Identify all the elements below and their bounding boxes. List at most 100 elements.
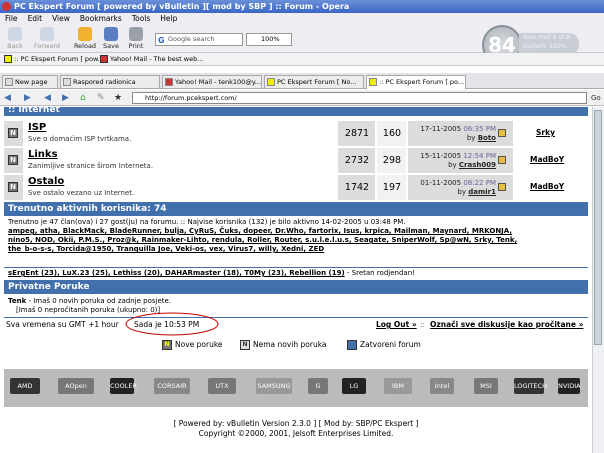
- forum-link[interactable]: Links: [28, 149, 58, 160]
- reload-icon: [78, 27, 92, 41]
- active-users-line[interactable]: ampeg, atha, BlackMack, BladeRunner, bul…: [8, 227, 584, 236]
- last-poster-link[interactable]: damir1: [468, 188, 496, 196]
- google-icon: G: [158, 36, 165, 45]
- date: 01-11-2005: [420, 179, 462, 187]
- logo-samsung[interactable]: SAMSUNG: [256, 378, 292, 394]
- last-poster-link[interactable]: Crash009: [459, 161, 496, 169]
- zoom-value: 100%: [261, 35, 280, 43]
- tab-new-page[interactable]: New page: [2, 75, 58, 89]
- menu-view[interactable]: View: [52, 14, 70, 23]
- legend-new-label: Nove poruke: [175, 340, 223, 349]
- birthday-users[interactable]: sErgEnt (23), LuX.23 (25), Lethiss (20),…: [8, 269, 345, 277]
- goto-last-post-icon[interactable]: [498, 156, 506, 164]
- print-button[interactable]: Print: [121, 27, 151, 50]
- post-count: 160: [382, 128, 402, 139]
- address-value: http://forum.pcekspert.com/: [145, 94, 237, 102]
- back-nav-icon[interactable]: ◀: [4, 93, 14, 103]
- menu-file[interactable]: File: [5, 14, 18, 23]
- back-button[interactable]: Back: [0, 27, 30, 50]
- last-poster-link[interactable]: Boto: [478, 134, 496, 142]
- logo-lg[interactable]: LG: [342, 378, 366, 394]
- forward-nav-icon[interactable]: ▶: [24, 93, 34, 103]
- home-icon[interactable]: ⌂: [80, 93, 90, 103]
- logo-amd[interactable]: AMD: [10, 378, 40, 394]
- opera-icon: [2, 2, 11, 11]
- goto-last-post-icon[interactable]: [498, 129, 506, 137]
- date: 15-11-2005: [420, 152, 462, 160]
- forum-status-icon: N: [8, 182, 18, 192]
- rewind-icon[interactable]: ◀: [44, 93, 54, 103]
- back-icon: [8, 27, 22, 41]
- time: 12:54 PM: [463, 152, 496, 160]
- tab-pcekspert-active[interactable]: :: PC Ekspert Forum [ po...: [366, 75, 466, 89]
- moderator-link[interactable]: MadBoY: [530, 155, 564, 164]
- legend-closed: Zatvoreni forum: [347, 340, 421, 350]
- go-button[interactable]: Go: [591, 93, 601, 103]
- logo-ibm[interactable]: IBM: [384, 378, 412, 394]
- logo-nvidia[interactable]: NVIDIA: [558, 378, 581, 394]
- tab-yahoo[interactable]: Yahoo! Mail - tenk100@y...: [162, 75, 262, 89]
- menu-bar: File Edit View Bookmarks Tools Help: [0, 13, 604, 25]
- logo-corsair[interactable]: CORSAIR: [154, 378, 190, 394]
- scrollbar-thumb[interactable]: [594, 110, 602, 345]
- timezone-text: Sva vremena su GMT +1 hour: [6, 320, 119, 329]
- search-placeholder: Google search: [168, 35, 215, 43]
- last-post-date: 01-11-2005 08:22 PM: [410, 179, 496, 187]
- page-content: :: Internet N ISP Sve o domaćim ISP tvrt…: [0, 107, 592, 453]
- bookmark-add-icon[interactable]: ★: [114, 93, 124, 103]
- time: 08:22 PM: [463, 179, 496, 187]
- page-icon: [267, 78, 275, 86]
- logo-intel[interactable]: Intel: [430, 378, 454, 394]
- birthdays-line: sErgEnt (23), LuX.23 (25), Lethiss (20),…: [4, 267, 588, 278]
- birthday-greeting: - Sretan rodjendan!: [344, 269, 415, 277]
- menu-tools[interactable]: Tools: [132, 14, 150, 23]
- bookmarks-bar: :: PC Ekspert Forum [ pow... Yahoo! Mail…: [0, 53, 604, 66]
- menu-bookmarks[interactable]: Bookmarks: [80, 14, 122, 23]
- forum-status-icon: N: [8, 155, 18, 165]
- menu-help[interactable]: Help: [160, 14, 177, 23]
- closed-forum-icon: [347, 340, 357, 350]
- forum-link[interactable]: Ostalo: [28, 176, 64, 187]
- moderator-link[interactable]: Srky: [536, 128, 555, 137]
- tab-bar: New page Raspored radionica Yahoo! Mail …: [0, 73, 604, 89]
- date: 17-11-2005: [420, 125, 462, 133]
- moderator-link[interactable]: MadBoY: [530, 182, 564, 191]
- zoom-select[interactable]: 100%: [246, 33, 292, 46]
- sponsor-logos: AMD AOpen COOLER CORSAIR UTX SAMSUNG G L…: [4, 369, 588, 407]
- red-circle-annotation: [125, 312, 219, 336]
- forum-description: Sve ostalo vezano uz Internet.: [28, 189, 135, 197]
- print-label: Print: [128, 42, 144, 50]
- address-field[interactable]: http://forum.pcekspert.com/: [132, 92, 587, 104]
- logo-utx[interactable]: UTX: [208, 378, 236, 394]
- private-messages-header: Privatne Poruke: [4, 280, 588, 294]
- by-label: by: [448, 161, 457, 169]
- logo-g[interactable]: G: [308, 378, 328, 394]
- save-label: Save: [103, 42, 119, 50]
- tab-raspored[interactable]: Raspored radionica: [60, 75, 160, 89]
- mark-read-link[interactable]: Označi sve diskusije kao pročitane »: [430, 320, 583, 329]
- logo-aopen[interactable]: AOpen: [58, 378, 94, 394]
- logo-cooler[interactable]: COOLER: [110, 378, 137, 394]
- menu-edit[interactable]: Edit: [28, 14, 43, 23]
- logo-logitech[interactable]: LOGITECH: [514, 378, 547, 394]
- forward-button[interactable]: Forward: [32, 27, 62, 50]
- search-input[interactable]: G Google search: [155, 33, 243, 46]
- forum-status-icon: N: [8, 128, 18, 138]
- bookmark-label: :: PC Ekspert Forum [ pow...: [14, 55, 104, 63]
- reload-label: Reload: [73, 42, 97, 50]
- bookmark-item[interactable]: Yahoo! Mail - The best web...: [100, 53, 203, 66]
- forum-link[interactable]: ISP: [28, 122, 46, 133]
- bookmark-item[interactable]: :: PC Ekspert Forum [ pow...: [4, 53, 104, 66]
- footer-powered: [ Powered by: vBulletin Version 2.3.0 ] …: [173, 419, 419, 428]
- goto-last-post-icon[interactable]: [498, 183, 506, 191]
- forum-row-isp: N ISP Sve o domaćim ISP tvrtkama. 2871 1…: [4, 121, 588, 146]
- wand-icon[interactable]: ✎: [97, 93, 107, 103]
- active-users-line[interactable]: the_b-o-s-s, Torcida@1950, Tranquilla Jo…: [8, 245, 584, 254]
- tab-pcekspert-1[interactable]: PC Ekspert Forum [ No...: [264, 75, 364, 89]
- legend-none-label: Nema novih poruka: [253, 340, 327, 349]
- active-users-line[interactable]: nino5, NOD, Okii, P.M.S., Proz@k, Rainma…: [8, 236, 584, 245]
- fast-forward-icon[interactable]: ▶: [62, 93, 72, 103]
- clock-line2: System: 100%: [523, 43, 567, 50]
- logout-link[interactable]: Log Out »: [376, 320, 417, 329]
- logo-msi[interactable]: MSI: [474, 378, 498, 394]
